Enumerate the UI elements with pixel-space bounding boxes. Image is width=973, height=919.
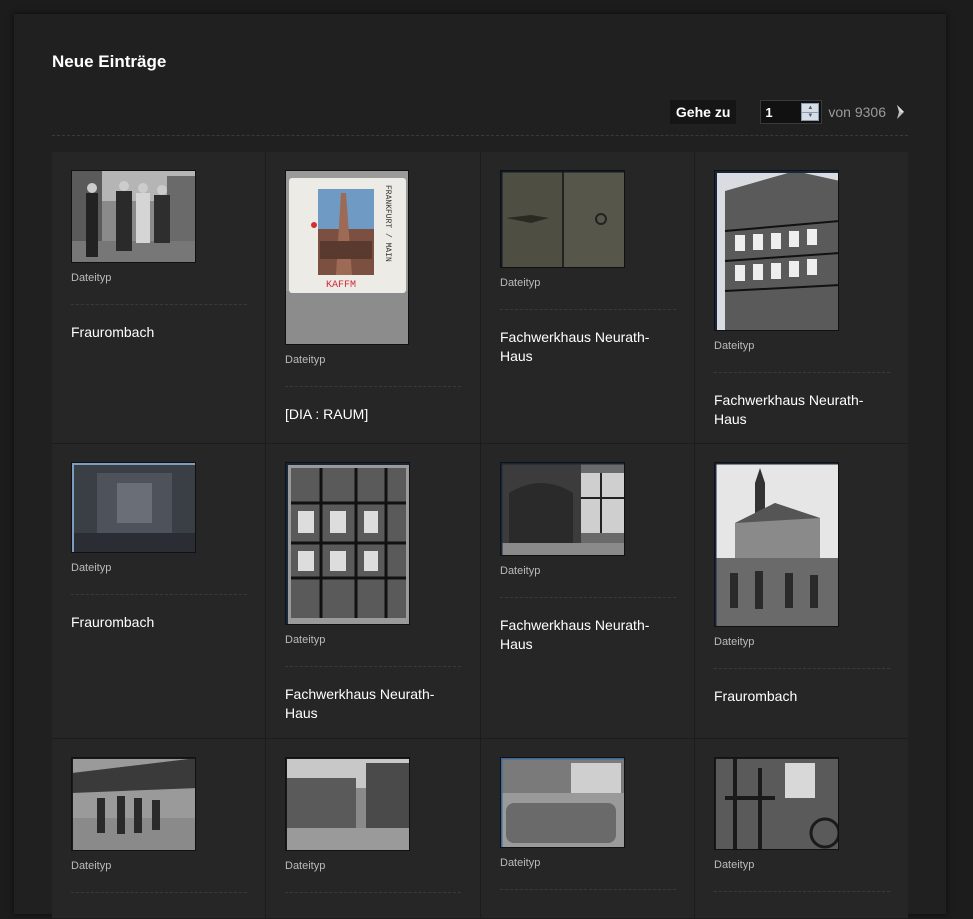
photo-thumbnail[interactable] <box>714 757 839 850</box>
photo-thumbnail[interactable] <box>714 170 839 331</box>
filetype-label: Dateityp <box>285 860 326 872</box>
entry-card[interactable]: Dateityp <box>266 739 481 919</box>
entry-card[interactable]: Dateityp Fachwerkhaus Neurath-Haus <box>481 152 695 444</box>
entry-card[interactable]: Dateityp Fachwerkhaus Neurath-Haus <box>481 444 695 739</box>
page-number-input[interactable] <box>761 101 802 123</box>
divider <box>285 666 461 667</box>
entry-card[interactable]: Dateityp <box>481 739 695 919</box>
entry-title[interactable]: Fachwerkhaus Neurath-Haus <box>500 616 676 654</box>
filetype-label: Dateityp <box>714 340 755 352</box>
entry-title[interactable]: Fraurombach <box>71 323 247 342</box>
divider <box>52 135 908 136</box>
divider <box>285 892 461 893</box>
divider <box>500 597 676 598</box>
entry-title[interactable]: [DIA : RAUM] <box>285 405 461 424</box>
photo-thumbnail[interactable] <box>285 757 410 851</box>
entry-card[interactable]: Dateityp Fraurombach <box>695 444 908 739</box>
filetype-label: Dateityp <box>500 565 541 577</box>
entries-grid: Dateityp Fraurombach FRANKFURT / MAIN KA… <box>52 152 908 919</box>
entry-card[interactable]: FRANKFURT / MAIN KAFFM Dateityp [DIA : R… <box>266 152 481 444</box>
entry-title[interactable]: Fraurombach <box>714 687 890 706</box>
next-page-icon[interactable] <box>896 105 904 119</box>
spinner-up-icon[interactable]: ▲ <box>802 104 818 112</box>
page-total: von 9306 <box>828 104 886 120</box>
slide-stamp: KAFFM <box>326 280 356 291</box>
entry-title[interactable]: Fachwerkhaus Neurath-Haus <box>285 685 461 723</box>
divider <box>71 892 247 893</box>
entry-card[interactable]: Dateityp <box>695 739 908 919</box>
divider <box>500 309 676 310</box>
filetype-label: Dateityp <box>71 562 112 574</box>
filetype-label: Dateityp <box>500 857 541 869</box>
spinner-down-icon[interactable]: ▼ <box>802 111 819 121</box>
divider <box>71 594 247 595</box>
divider <box>71 304 247 305</box>
filetype-label: Dateityp <box>714 859 755 871</box>
entry-card[interactable]: Dateityp Fachwerkhaus Neurath-Haus <box>266 444 481 739</box>
filetype-label: Dateityp <box>714 636 755 648</box>
filetype-label: Dateityp <box>71 860 112 872</box>
photo-thumbnail[interactable] <box>71 170 196 263</box>
page-spinner[interactable]: ▲ ▼ <box>801 103 820 121</box>
entry-title[interactable]: Fachwerkhaus Neurath-Haus <box>500 328 676 366</box>
entry-card[interactable]: Dateityp Fachwerkhaus Neurath-Haus <box>695 152 908 444</box>
photo-thumbnail[interactable] <box>285 462 410 625</box>
slide-handwriting: FRANKFURT / MAIN <box>383 185 392 262</box>
divider <box>500 889 676 890</box>
photo-thumbnail[interactable] <box>500 462 625 556</box>
filetype-label: Dateityp <box>71 272 112 284</box>
photo-thumbnail[interactable] <box>714 462 839 627</box>
page-number-field[interactable]: ▲ ▼ <box>760 100 823 124</box>
photo-thumbnail[interactable] <box>500 757 625 848</box>
goto-label: Gehe zu <box>669 100 737 124</box>
slide-thumbnail[interactable]: FRANKFURT / MAIN KAFFM <box>285 170 409 345</box>
photo-thumbnail[interactable] <box>500 170 625 268</box>
divider <box>285 386 461 387</box>
entry-title[interactable]: Fachwerkhaus Neurath-Haus <box>714 391 890 429</box>
divider <box>714 372 890 373</box>
filetype-label: Dateityp <box>500 277 541 289</box>
page-title: Neue Einträge <box>52 52 167 71</box>
pagination: Gehe zu ▲ ▼ von 9306 <box>669 99 904 125</box>
content-panel: Neue Einträge Gehe zu ▲ ▼ von 9306 <box>14 14 946 919</box>
photo-thumbnail[interactable] <box>71 757 196 851</box>
divider <box>714 891 890 892</box>
entry-title[interactable]: Fraurombach <box>71 613 247 632</box>
divider <box>714 668 890 669</box>
entry-card[interactable]: Dateityp Fraurombach <box>52 444 266 739</box>
photo-thumbnail[interactable] <box>71 462 196 553</box>
entry-card[interactable]: Dateityp <box>52 739 266 919</box>
entry-card[interactable]: Dateityp Fraurombach <box>52 152 266 444</box>
filetype-label: Dateityp <box>285 354 326 366</box>
filetype-label: Dateityp <box>285 634 326 646</box>
